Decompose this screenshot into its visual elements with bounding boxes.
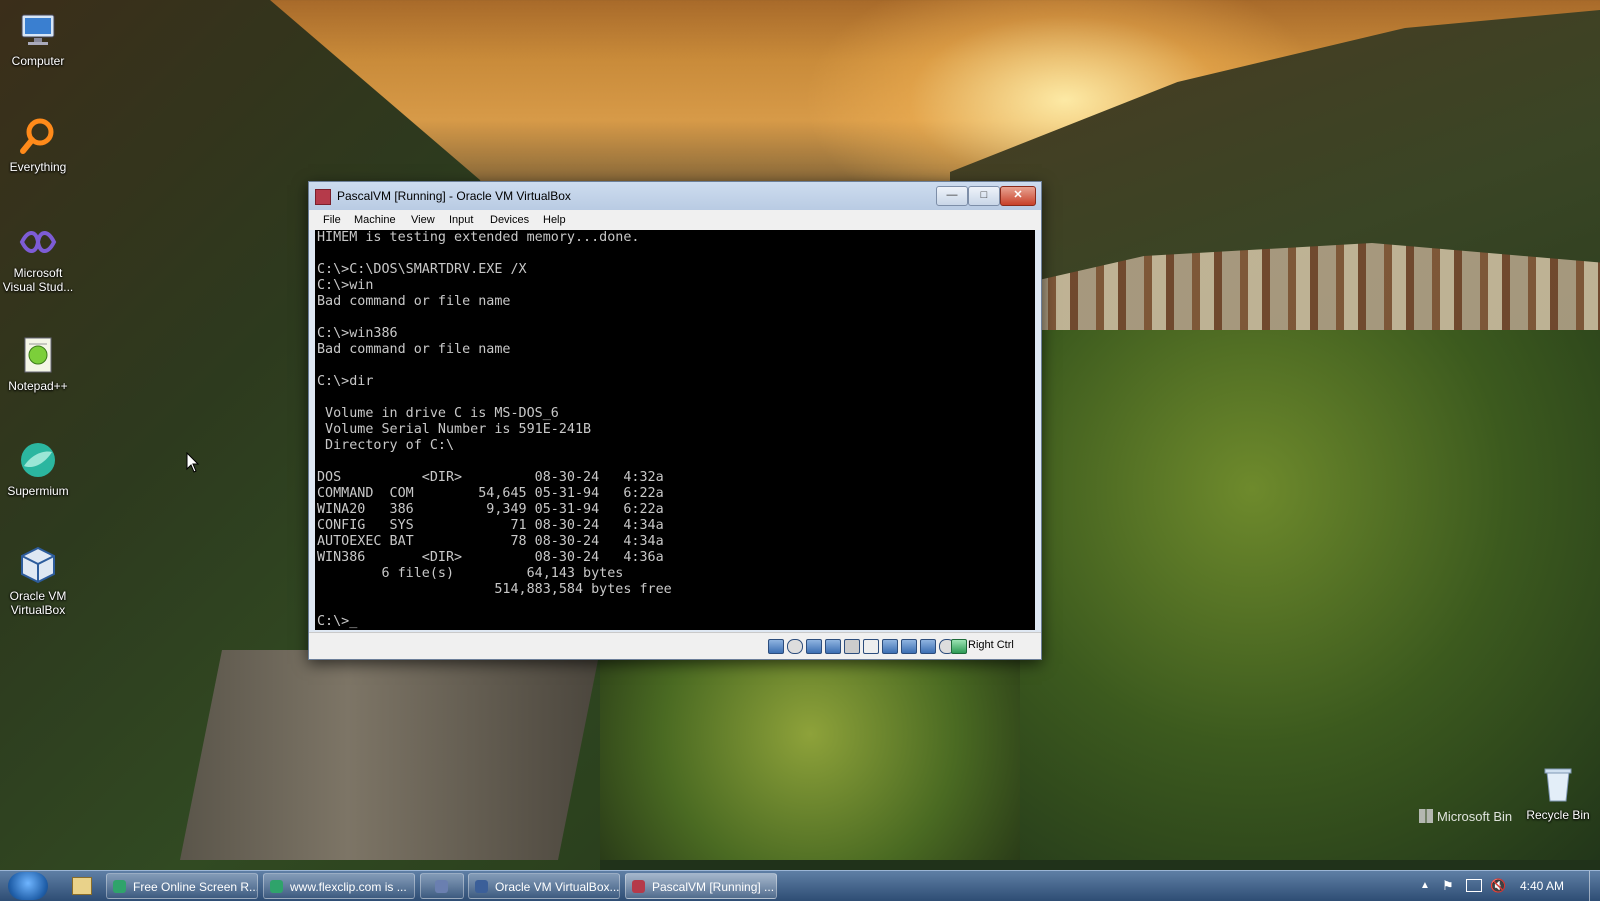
virtualbox-window[interactable]: PascalVM [Running] - Oracle VM VirtualBo…	[308, 181, 1042, 660]
network-tray-icon[interactable]	[1466, 879, 1482, 892]
tray-expand-icon[interactable]: ▲	[1420, 880, 1430, 891]
window-title: PascalVM [Running] - Oracle VM VirtualBo…	[337, 189, 571, 203]
taskbar-button-flexclip[interactable]: www.flexclip.com is ...	[263, 873, 415, 899]
desktop-icon-supermium[interactable]: Supermium	[0, 440, 76, 498]
wallpaper-forest-right	[1020, 330, 1600, 860]
desktop-icon-label: Recycle Bin	[1526, 808, 1590, 822]
virtualbox-app-icon	[315, 189, 331, 205]
taskbar-button-visual-studio[interactable]	[420, 873, 464, 899]
desktop-icon-label: Computer	[11, 54, 65, 68]
file-explorer-icon[interactable]	[72, 877, 92, 895]
menu-view[interactable]: View	[411, 214, 435, 226]
taskbar-button-label: Free Online Screen R...	[133, 880, 258, 894]
desktop-icon-label: Everything	[9, 160, 67, 174]
menu-machine[interactable]: Machine	[354, 214, 396, 226]
cpu-icon[interactable]	[920, 639, 936, 654]
desktop-icon-virtualbox[interactable]: Oracle VM VirtualBox	[0, 545, 76, 617]
usb-icon[interactable]	[844, 639, 860, 654]
host-key-icon	[951, 639, 967, 654]
minimize-button[interactable]: —	[936, 186, 968, 206]
supermium-browser-icon	[21, 443, 55, 477]
display-icon[interactable]	[882, 639, 898, 654]
menu-file[interactable]: File	[323, 214, 341, 226]
taskbar-button-virtualbox-manager[interactable]: Oracle VM VirtualBox...	[468, 873, 620, 899]
virtualbox-icon	[475, 880, 488, 893]
desktop-icon-label: Notepad++	[8, 379, 68, 393]
vm-status-bar: Right Ctrl	[309, 632, 1041, 659]
show-desktop-button[interactable]	[1589, 871, 1600, 901]
taskbar-button-label: PascalVM [Running] ...	[652, 880, 775, 894]
console-output: HIMEM is testing extended memory...done.…	[317, 230, 672, 629]
wallpaper-forest-bottom	[600, 650, 1020, 860]
menu-input[interactable]: Input	[449, 214, 473, 226]
menu-devices[interactable]: Devices	[490, 214, 529, 226]
action-center-flag-icon[interactable]: ⚑	[1442, 878, 1454, 894]
desktop-icon-label: Microsoft Visual Stud...	[2, 266, 74, 294]
menu-bar: File Machine View Input Devices Help	[309, 210, 1041, 230]
window-titlebar[interactable]: PascalVM [Running] - Oracle VM VirtualBo…	[309, 182, 1041, 210]
network-icon[interactable]	[825, 639, 841, 654]
vm-console-screen[interactable]: HIMEM is testing extended memory...done.…	[315, 230, 1035, 630]
menu-help[interactable]: Help	[543, 214, 566, 226]
maximize-button[interactable]: □	[968, 186, 1000, 206]
volume-muted-icon[interactable]: 🔇	[1490, 878, 1506, 894]
browser-icon	[113, 880, 126, 893]
wallpaper-cliff	[180, 650, 600, 860]
start-button[interactable]	[8, 872, 48, 900]
desktop-icon-label: Oracle VM VirtualBox	[9, 589, 67, 617]
browser-icon	[270, 880, 283, 893]
desktop-icon-notepad-plus-plus[interactable]: Notepad++	[0, 335, 76, 393]
audio-icon[interactable]	[787, 639, 803, 654]
virtualbox-icon	[21, 546, 55, 584]
recycle-bin-icon	[1544, 768, 1572, 802]
taskbar-button-label: www.flexclip.com is ...	[290, 880, 407, 894]
desktop-icon-computer[interactable]: Computer	[0, 10, 76, 68]
taskbar: Free Online Screen R... www.flexclip.com…	[0, 870, 1600, 901]
mouse-cursor-icon	[186, 452, 200, 473]
visual-studio-icon	[435, 880, 448, 893]
recording-icon[interactable]	[901, 639, 917, 654]
taskbar-button-screen-recorder[interactable]: Free Online Screen R...	[106, 873, 258, 899]
shared-folders-icon[interactable]	[863, 639, 879, 654]
desktop-icon-visual-studio[interactable]: Microsoft Visual Stud...	[0, 222, 76, 294]
windows-logo-icon	[1419, 809, 1433, 823]
watermark-text: Microsoft Bin	[1437, 809, 1513, 824]
desktop-icon-recycle-bin[interactable]: Recycle Bin	[1520, 764, 1596, 822]
virtualbox-vm-icon	[632, 880, 645, 893]
clock[interactable]: 4:40 AM	[1520, 879, 1564, 893]
host-key-label: Right Ctrl	[968, 639, 1014, 651]
desktop-icon-everything[interactable]: Everything	[0, 116, 76, 174]
close-button[interactable]: ✕	[1000, 186, 1036, 206]
everything-search-icon	[20, 118, 54, 154]
optical-drive-icon[interactable]	[768, 639, 784, 654]
visual-studio-icon	[19, 231, 57, 253]
watermark: Microsoft Bin	[1419, 809, 1512, 824]
computer-icon	[21, 14, 55, 45]
taskbar-button-label: Oracle VM VirtualBox...	[495, 880, 620, 894]
floppy-icon[interactable]	[806, 639, 822, 654]
taskbar-button-pascalvm[interactable]: PascalVM [Running] ...	[625, 873, 777, 899]
desktop-icon-label: Supermium	[7, 484, 69, 498]
notepad-plus-plus-icon	[24, 337, 52, 373]
